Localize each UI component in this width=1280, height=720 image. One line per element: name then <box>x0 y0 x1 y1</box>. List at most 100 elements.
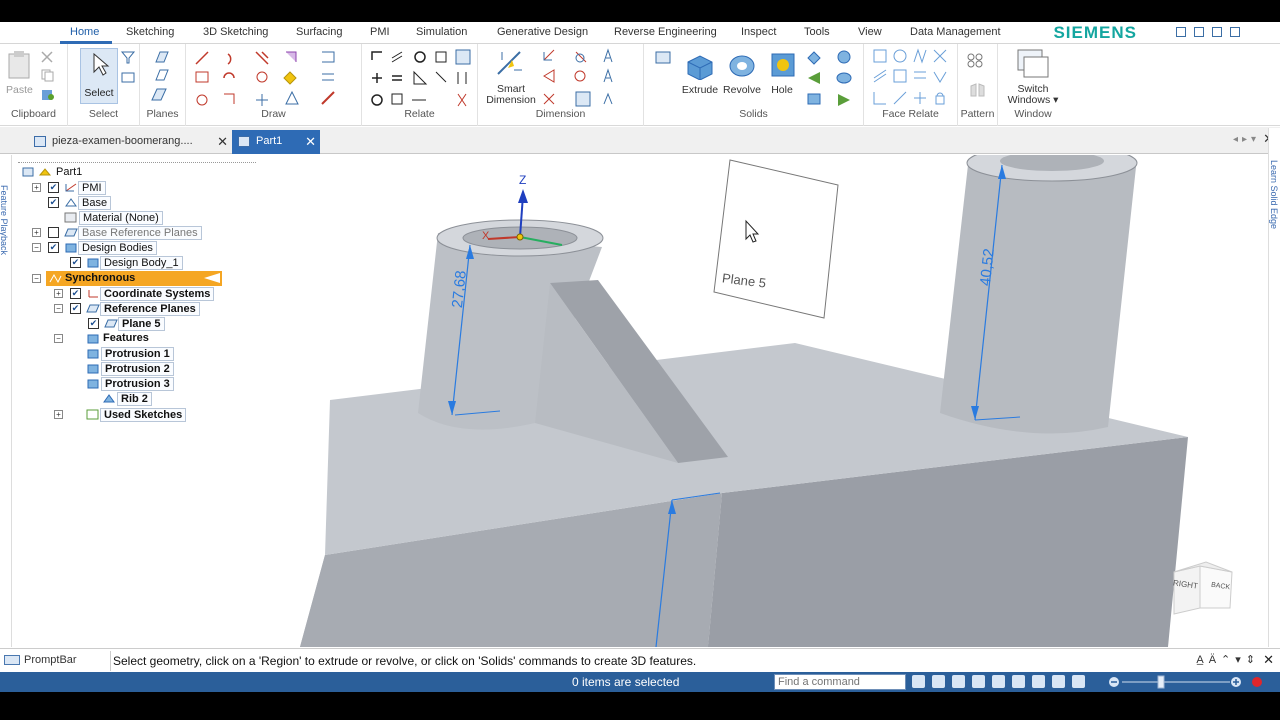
view-tool-icon[interactable] <box>952 675 965 688</box>
paste-icon[interactable] <box>6 50 32 80</box>
graphics-window[interactable]: 27,68 40,52 Plane 5 Z X RIGHT BACK Featu… <box>0 155 1268 647</box>
view-tool-icon[interactable] <box>1052 675 1065 688</box>
smart-dimension-icon[interactable] <box>494 48 526 80</box>
tree-node-design-body-1[interactable]: ✔ Design Body_1 <box>54 255 214 270</box>
revolve-icon[interactable] <box>726 50 758 80</box>
cut-icon[interactable] <box>40 50 54 64</box>
pattern-icon[interactable] <box>966 52 990 68</box>
tab-view[interactable]: View <box>858 26 882 38</box>
format-painter-icon[interactable] <box>40 88 56 102</box>
paste-button[interactable]: Paste <box>6 84 33 96</box>
view-cube[interactable]: RIGHT BACK <box>1170 558 1236 616</box>
document-tab-pieza[interactable]: pieza-examen-boomerang.... ✕ <box>28 130 232 154</box>
dimension-tools-icons[interactable] <box>542 48 638 108</box>
expand-icon[interactable]: + <box>32 183 41 192</box>
plane-offset-icon[interactable] <box>154 68 170 82</box>
tree-node-material[interactable]: Material (None) <box>48 210 208 225</box>
extrude-icon[interactable] <box>684 50 716 80</box>
filter-icon[interactable] <box>120 50 136 64</box>
solid-select-icon[interactable] <box>654 50 674 66</box>
tree-node-protrusion-3[interactable]: Protrusion 3 <box>86 376 246 391</box>
window-control-icon[interactable] <box>1212 27 1222 37</box>
visibility-checkbox[interactable]: ✔ <box>48 182 59 193</box>
tab-tools[interactable]: Tools <box>804 26 830 38</box>
tab-generative-design[interactable]: Generative Design <box>497 26 588 38</box>
visibility-checkbox[interactable]: ✔ <box>70 288 81 299</box>
learn-solid-edge-label[interactable]: Learn Solid Edge <box>1269 160 1279 229</box>
visibility-checkbox[interactable]: ✔ <box>70 303 81 314</box>
relate-tools-icons[interactable] <box>368 48 474 108</box>
tree-node-base-reference-planes[interactable]: + Base Reference Planes <box>32 225 222 240</box>
collapse-icon[interactable]: − <box>54 304 63 313</box>
learn-solid-edge-strip[interactable]: Learn Solid Edge <box>1268 128 1280 647</box>
tab-surfacing[interactable]: Surfacing <box>296 26 342 38</box>
select-mode-icon[interactable] <box>120 70 136 84</box>
view-tool-icon[interactable] <box>912 675 925 688</box>
tree-node-part1[interactable]: Part1 <box>22 165 142 180</box>
feature-playback-strip[interactable]: Feature Playback <box>0 155 12 647</box>
expand-icon[interactable]: + <box>54 410 63 419</box>
revolve-button[interactable]: Revolve <box>720 84 764 96</box>
switch-windows-icon[interactable] <box>1016 48 1050 80</box>
zoom-slider[interactable] <box>1108 675 1268 689</box>
plane-icon[interactable] <box>154 50 170 64</box>
hole-button[interactable]: Hole <box>762 84 802 96</box>
visibility-checkbox[interactable]: ✔ <box>48 197 59 208</box>
close-icon[interactable]: ✕ <box>217 134 228 150</box>
view-tool-icon[interactable] <box>1012 675 1025 688</box>
tree-node-protrusion-2[interactable]: Protrusion 2 <box>86 361 246 376</box>
expand-icon[interactable]: + <box>54 289 63 298</box>
right-boss[interactable] <box>940 165 1136 434</box>
window-control-icon[interactable] <box>1230 27 1240 37</box>
tree-node-synchronous[interactable]: − Synchronous <box>32 271 222 286</box>
tree-node-used-sketches[interactable]: + Used Sketches <box>54 407 224 422</box>
extrude-button[interactable]: Extrude <box>678 84 722 96</box>
visibility-checkbox[interactable]: ✔ <box>70 257 81 268</box>
window-control-icon[interactable] <box>1176 27 1186 37</box>
tree-node-coordinate-systems[interactable]: + ✔ Coordinate Systems <box>54 286 224 301</box>
window-control-icon[interactable] <box>1194 27 1204 37</box>
tree-node-base[interactable]: ✔ Base <box>32 195 172 210</box>
collapse-icon[interactable]: − <box>32 274 41 283</box>
face-relate-icons[interactable] <box>872 48 954 108</box>
tree-node-pmi[interactable]: + ✔ PMI <box>32 180 172 195</box>
collapse-icon[interactable]: − <box>54 334 63 343</box>
tab-inspect[interactable]: Inspect <box>741 26 776 38</box>
draw-tools-icons[interactable] <box>192 48 352 108</box>
rollback-arrow-icon[interactable] <box>204 273 220 283</box>
view-tool-icon[interactable] <box>1072 675 1085 688</box>
close-icon[interactable]: ✕ <box>305 134 316 150</box>
close-icon[interactable]: ✕ <box>1263 652 1274 668</box>
smart-dimension-button[interactable]: Smart Dimension <box>484 84 538 106</box>
tab-3d-sketching[interactable]: 3D Sketching <box>203 26 268 38</box>
tree-node-protrusion-1[interactable]: Protrusion 1 <box>86 346 246 361</box>
mirror-icon[interactable] <box>968 82 988 98</box>
tree-node-features[interactable]: − Features <box>54 331 214 346</box>
triad-origin[interactable] <box>516 233 524 241</box>
view-tool-icon[interactable] <box>1032 675 1045 688</box>
tree-node-plane-5[interactable]: ✔ Plane 5 <box>72 316 232 331</box>
tab-data-management[interactable]: Data Management <box>910 26 1001 38</box>
document-tab-part1[interactable]: Part1 ✕ <box>232 130 320 154</box>
planes-gallery-icon[interactable] <box>150 86 172 102</box>
visibility-checkbox[interactable] <box>48 227 59 238</box>
visibility-checkbox[interactable]: ✔ <box>48 242 59 253</box>
tab-scroll-arrows[interactable]: ◂▸▾ <box>1233 134 1260 145</box>
pathfinder-grip[interactable] <box>18 157 256 163</box>
solid-tools-icons[interactable] <box>804 48 860 108</box>
tab-pmi[interactable]: PMI <box>370 26 390 38</box>
tab-home[interactable]: Home <box>70 26 99 38</box>
tab-simulation[interactable]: Simulation <box>416 26 467 38</box>
tree-node-design-bodies[interactable]: − ✔ Design Bodies <box>32 240 192 255</box>
promptbar-controls[interactable]: A̲Ä⌃▾⇕ <box>1196 653 1260 666</box>
tree-node-rib-2[interactable]: Rib 2 <box>102 391 222 406</box>
tree-node-reference-planes[interactable]: − ✔ Reference Planes <box>54 301 224 316</box>
window-controls[interactable] <box>1176 27 1272 39</box>
view-tools[interactable] <box>912 675 1102 689</box>
select-button[interactable]: Select <box>80 48 118 104</box>
find-command-input[interactable] <box>774 674 906 690</box>
copy-icon[interactable] <box>40 68 54 82</box>
plane-5[interactable] <box>713 159 839 319</box>
feature-playback-label[interactable]: Feature Playback <box>0 185 9 255</box>
view-tool-icon[interactable] <box>992 675 1005 688</box>
